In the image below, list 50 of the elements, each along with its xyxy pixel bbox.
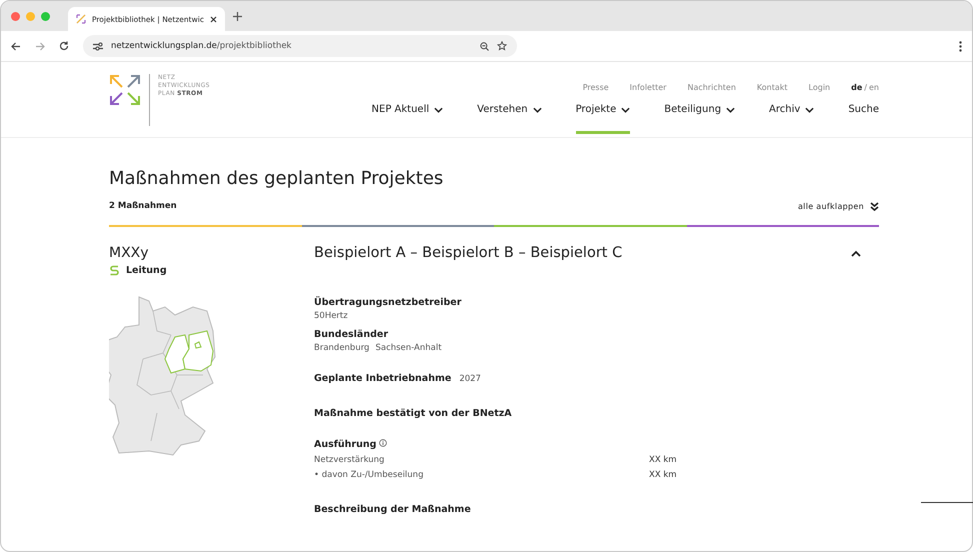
execution-value: XX km (649, 455, 677, 465)
language-link[interactable]: de (851, 83, 862, 92)
back-icon[interactable] (11, 42, 21, 50)
favicon-icon (76, 14, 86, 24)
section-title: Maßnahmen des geplanten Projektes (109, 168, 444, 189)
zoom-icon[interactable] (480, 42, 489, 50)
detail-value: 2027 (459, 374, 481, 384)
info-icon[interactable] (379, 439, 388, 447)
close-icon[interactable] (210, 16, 217, 22)
power-line-icon (109, 265, 120, 276)
language-separator: / (864, 83, 867, 92)
double-chevron-icon (870, 202, 879, 210)
detail-value: 50Hertz (314, 311, 349, 321)
detail-label: Beschreibung der Maßnahme (314, 504, 472, 515)
menu-icon[interactable] (959, 40, 962, 52)
top-link[interactable]: Infoletter (630, 83, 666, 92)
execution-label: Netzverstärkung (314, 455, 386, 465)
nav-item[interactable]: Verstehen (477, 104, 542, 134)
address-bar[interactable]: netzentwicklungsplan.de/projektbibliothek (83, 35, 517, 57)
detail-label: Ausführung (314, 439, 376, 450)
nav-item[interactable]: Projekte (576, 104, 630, 134)
reload-icon[interactable] (59, 41, 69, 51)
measure-code: MXXy (109, 245, 150, 261)
state-name: Brandenburg (314, 343, 370, 353)
measure-type: Leitung (126, 265, 167, 276)
site-settings-icon[interactable] (93, 42, 103, 50)
confirmation-text: Maßnahme bestätigt von der BNetzA (314, 408, 513, 419)
nav-item[interactable]: Archiv (769, 104, 814, 134)
collapse-chevron-icon[interactable] (851, 250, 861, 256)
top-link[interactable]: Kontakt (756, 83, 788, 92)
language-link[interactable]: en (869, 83, 879, 92)
state-name: Sachsen-Anhalt (375, 343, 442, 353)
nav-item[interactable]: Beteiligung (664, 104, 736, 134)
top-link[interactable]: Login (808, 83, 830, 92)
measure-count: 2 Maßnahmen (109, 201, 177, 211)
star-icon[interactable] (497, 41, 507, 51)
new-tab-icon[interactable] (232, 12, 242, 20)
url-text: netzentwicklungsplan.de/projektbibliothek (111, 41, 292, 51)
execution-label: • davon Zu-/Umbeseilung (314, 470, 424, 480)
detail-label: Bundesländer (314, 329, 390, 340)
nav-item[interactable]: Suche (848, 104, 879, 134)
top-link[interactable]: Presse (582, 83, 609, 92)
detail-label: Übertragungsnetzbetreiber (314, 297, 462, 308)
execution-value: XX km (649, 470, 677, 480)
detail-label: Geplante Inbetriebnahme (314, 373, 452, 384)
logo-icon[interactable] (109, 74, 141, 106)
top-link[interactable]: Nachrichten (687, 83, 736, 92)
nav-item[interactable]: NEP Aktuell (372, 104, 444, 134)
expand-all-link[interactable]: alle aufklappen (798, 202, 879, 210)
measure-title: Beispielort A – Beispielort B – Beispielort C (314, 245, 622, 261)
